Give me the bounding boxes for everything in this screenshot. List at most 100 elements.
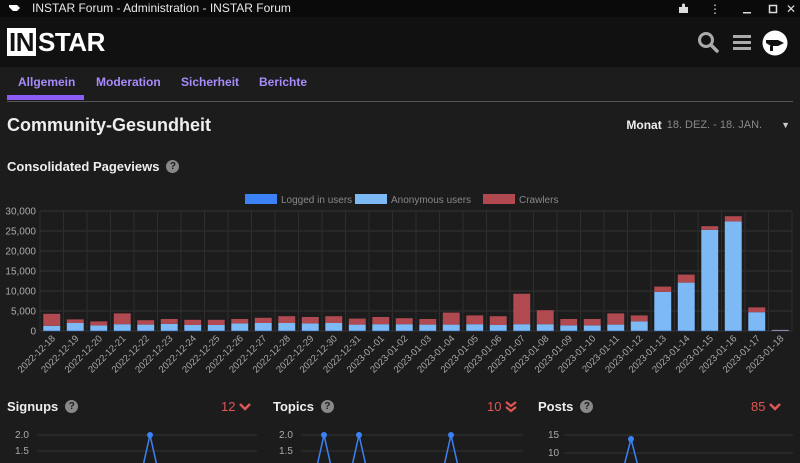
bar-2023-01-15-2 (701, 226, 719, 230)
page-title: Community-Gesundheit (7, 115, 212, 135)
legend-swatch-2 (483, 194, 515, 204)
active-tab-indicator (7, 95, 84, 100)
period-range: 18. DEZ. - 18. JAN. (666, 119, 763, 131)
tab-berichte[interactable]: Berichte (259, 75, 307, 89)
bar-2023-01-18-2 (771, 329, 789, 331)
bar-2022-12-23-0 (160, 330, 178, 332)
bar-2023-01-12-0 (630, 330, 648, 332)
app-icon (8, 2, 21, 14)
bar-2022-12-21-2 (113, 313, 131, 325)
window-title: INSTAR Forum - Administration - INSTAR F… (32, 1, 291, 15)
topics-title: Topics (273, 399, 314, 414)
bar-2023-01-04-0 (442, 330, 460, 332)
posts-heading: Posts ? (538, 399, 594, 414)
bar-2022-12-31-0 (348, 330, 366, 332)
bar-2023-01-13-1 (654, 291, 672, 331)
bar-2023-01-03-2 (419, 319, 437, 325)
topics-heading: Topics ? (273, 399, 334, 414)
bar-2022-12-29-1 (301, 323, 319, 331)
bar-2022-12-30-1 (325, 323, 343, 331)
menu-dots-icon[interactable]: ⋮ (706, 0, 724, 17)
logo-part-in: IN (7, 27, 36, 57)
signups-value: 12 (221, 399, 252, 414)
bar-2022-12-19-1 (66, 323, 84, 331)
period-label: Monat (626, 118, 662, 132)
close-icon[interactable]: ✕ (782, 0, 800, 17)
legend-swatch-1 (355, 194, 387, 204)
bar-2022-12-30-2 (325, 316, 343, 323)
bar-2022-12-27-1 (254, 323, 272, 331)
help-icon[interactable]: ? (166, 160, 180, 173)
signups-title: Signups (7, 399, 59, 414)
bar-2022-12-21-0 (113, 330, 131, 332)
y-tick-label-1: 5,000 (11, 307, 36, 318)
search-icon[interactable] (697, 31, 719, 53)
y-tick-label-3: 15,000 (5, 267, 36, 278)
tab-allgemein[interactable]: Allgemein (18, 75, 75, 89)
bar-2023-01-11-0 (607, 330, 625, 332)
tab-sicherheit[interactable]: Sicherheit (181, 75, 239, 89)
topics-tick-1: 1.5 (279, 446, 293, 457)
bar-2023-01-07-1 (513, 324, 531, 331)
bar-2022-12-30-0 (325, 330, 343, 332)
signups-point (147, 432, 153, 438)
tab-moderation[interactable]: Moderation (96, 75, 161, 89)
bar-2023-01-03-0 (419, 330, 437, 332)
signups-count: 12 (221, 399, 236, 414)
bar-2022-12-22-0 (137, 330, 155, 332)
bar-2022-12-23-2 (160, 319, 178, 324)
minimize-icon[interactable] (738, 0, 756, 17)
y-tick-label-5: 25,000 (5, 227, 36, 238)
legend-label-1: Anonymous users (391, 195, 471, 206)
bar-2023-01-05-2 (466, 315, 484, 325)
site-logo[interactable]: IN STAR (7, 28, 107, 56)
bar-2022-12-26-0 (231, 330, 249, 332)
extensions-icon[interactable] (674, 0, 692, 17)
bar-2023-01-13-2 (654, 286, 672, 292)
bar-2022-12-27-0 (254, 330, 272, 332)
legend-label-0: Logged in users (281, 195, 352, 206)
posts-point (628, 436, 634, 442)
help-icon[interactable]: ? (320, 400, 334, 413)
bar-2022-12-29-2 (301, 317, 319, 324)
bar-2022-12-25-2 (207, 319, 225, 325)
bar-2023-01-10-0 (583, 330, 601, 332)
posts-value: 85 (751, 399, 782, 414)
double-chevron-down-icon (505, 400, 518, 412)
bar-2023-01-02-2 (395, 318, 413, 325)
bar-2022-12-24-2 (184, 319, 202, 325)
posts-tick-1: 10 (548, 448, 560, 459)
caret-down-icon: ▼ (781, 120, 790, 130)
y-tick-label-2: 10,000 (5, 287, 36, 298)
bar-2023-01-01-0 (372, 330, 390, 332)
bar-2023-01-06-0 (489, 330, 507, 332)
bar-2022-12-18-1 (43, 325, 61, 331)
user-avatar[interactable] (762, 30, 788, 56)
posts-line (624, 436, 638, 463)
bar-2022-12-28-2 (278, 316, 296, 323)
bar-2023-01-11-1 (607, 324, 625, 331)
period-selector[interactable]: Monat 18. DEZ. - 18. JAN. ▼ (626, 118, 790, 132)
bar-2023-01-09-2 (560, 319, 578, 326)
signups-heading: Signups ? (7, 399, 79, 414)
bar-2023-01-01-1 (372, 324, 390, 331)
bar-2023-01-05-1 (466, 324, 484, 331)
help-icon[interactable]: ? (580, 400, 594, 413)
maximize-icon[interactable] (764, 0, 782, 17)
topics-mini-chart: 2.0 1.5 (279, 430, 523, 463)
pageviews-chart: Logged in users Anonymous users Crawlers 0 5… (5, 194, 793, 375)
signups-tick-1: 1.5 (15, 446, 29, 457)
bar-2022-12-21-1 (113, 324, 131, 331)
bar-2023-01-14-2 (677, 274, 695, 283)
bar-2022-12-20-2 (90, 321, 108, 326)
topics-point-b (356, 432, 362, 438)
bar-2022-12-20-0 (90, 330, 108, 332)
bar-2022-12-19-2 (66, 319, 84, 323)
help-icon[interactable]: ? (65, 400, 79, 413)
bar-2022-12-19-0 (66, 330, 84, 332)
bar-2022-12-26-1 (231, 323, 249, 331)
posts-mini-chart: 15 10 (548, 430, 793, 463)
hamburger-menu-icon[interactable] (732, 31, 752, 53)
y-tick-label-6: 30,000 (5, 207, 36, 218)
bar-2023-01-08-2 (536, 310, 554, 325)
